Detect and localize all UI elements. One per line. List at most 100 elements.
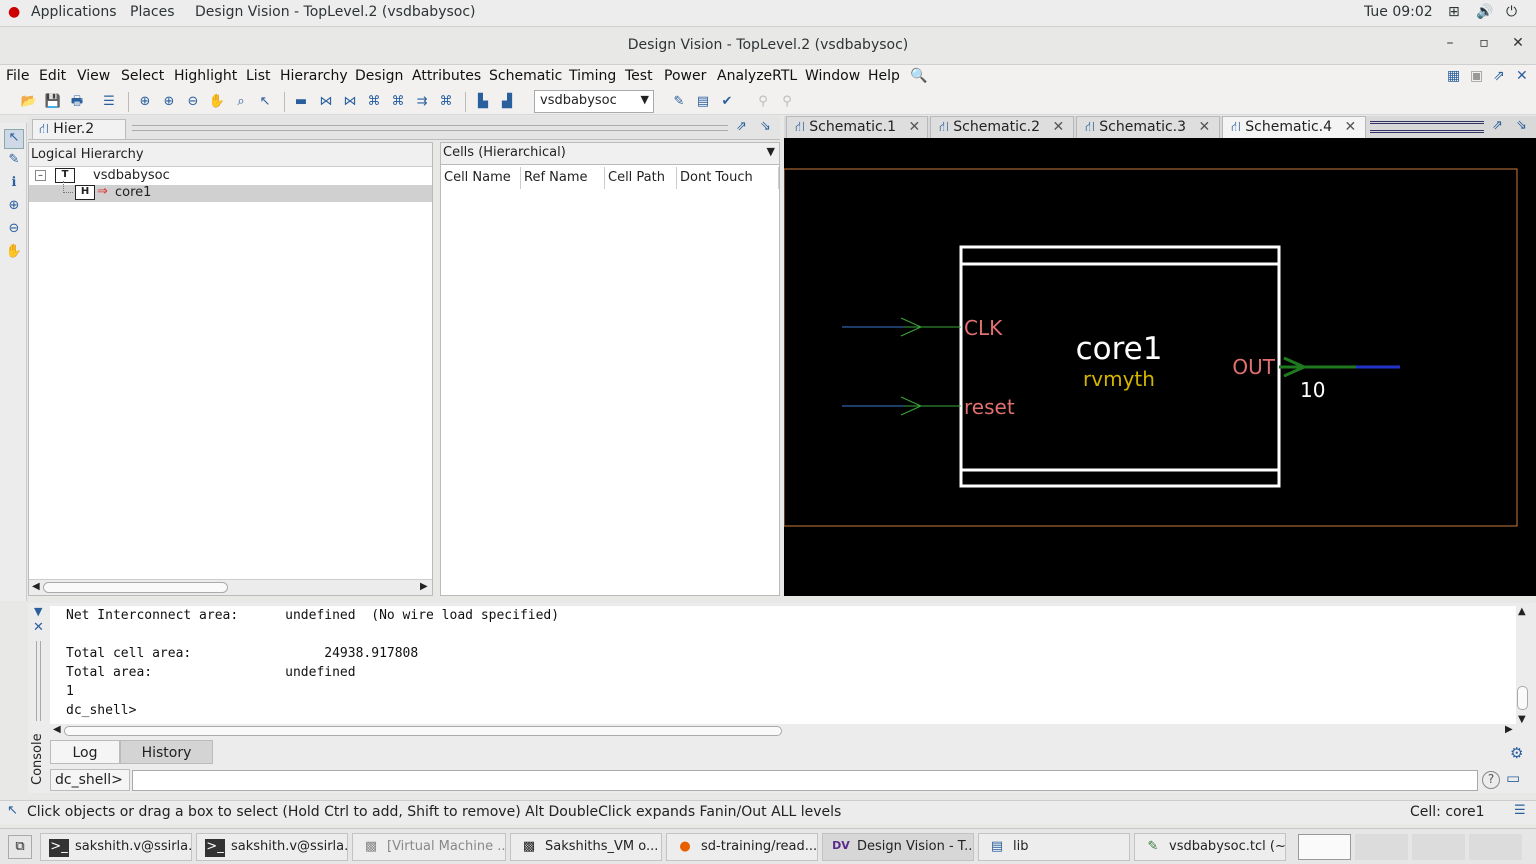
- menu-file[interactable]: File: [6, 68, 29, 84]
- scroll-thumb[interactable]: [1517, 686, 1528, 710]
- close-tab-icon[interactable]: ✕: [1052, 119, 1064, 135]
- col-cell-name[interactable]: Cell Name: [441, 167, 521, 189]
- tab-hier-2[interactable]: ⛙ Hier.2 ✕: [32, 119, 126, 155]
- check-design-icon[interactable]: ✔: [718, 93, 736, 111]
- pin-out-label[interactable]: OUT: [1232, 355, 1275, 379]
- taskbar-item-firefox[interactable]: ● sd-training/read...: [666, 833, 818, 861]
- close-tab-icon[interactable]: ✕: [1198, 119, 1210, 135]
- menu-test[interactable]: Test: [625, 68, 653, 84]
- schematic-drawing[interactable]: CLK reset OUT core1 rvmyth 10: [783, 138, 1536, 596]
- dock-icon[interactable]: ⇘: [760, 119, 771, 134]
- taskbar-item-design-vision[interactable]: DV Design Vision - T...: [822, 833, 974, 861]
- volume-icon[interactable]: 🔊: [1476, 4, 1493, 20]
- float-icon[interactable]: ⇗: [1493, 68, 1505, 84]
- close-tab-icon[interactable]: ✕: [908, 119, 920, 135]
- menu-edit[interactable]: Edit: [39, 68, 66, 84]
- fanout-icon[interactable]: ⋈: [341, 93, 359, 111]
- menu-analyzertl[interactable]: AnalyzeRTL: [717, 68, 797, 84]
- zoom-in-icon[interactable]: ⊕: [160, 93, 178, 111]
- menu-attributes[interactable]: Attributes: [412, 68, 481, 84]
- zoom-out-icon[interactable]: ⊖: [4, 221, 24, 241]
- pencil-icon[interactable]: ✎: [4, 152, 24, 172]
- hand-icon[interactable]: ✋: [4, 244, 24, 264]
- tab-schematic-1[interactable]: ⛙ Schematic.1 ✕: [786, 116, 928, 138]
- hier-horizontal-scrollbar[interactable]: ◀ ▶: [29, 579, 432, 595]
- float-icon[interactable]: ⇗: [736, 119, 747, 134]
- scroll-thumb[interactable]: [64, 726, 782, 736]
- applications-menu[interactable]: Applications: [31, 4, 117, 20]
- taskbar-item-terminal-1[interactable]: >_ sakshith.v@ssirla...: [40, 833, 192, 861]
- design-selector[interactable]: vsdbabysoc ▼: [534, 90, 654, 113]
- select-arrow-icon[interactable]: ↖: [4, 129, 24, 149]
- zoom-in-icon[interactable]: ⊕: [4, 198, 24, 218]
- workspace-1[interactable]: [1298, 834, 1351, 860]
- console-vertical-scrollbar[interactable]: ▲ ▼: [1516, 606, 1530, 728]
- window-icon[interactable]: ▭: [1506, 769, 1520, 787]
- list-icon[interactable]: ☰: [1514, 803, 1526, 818]
- col-dont-touch[interactable]: Dont Touch: [677, 167, 779, 189]
- menu-highlight[interactable]: Highlight: [174, 68, 237, 84]
- scroll-left-icon[interactable]: ◀: [32, 581, 40, 592]
- taskbar-item-vm-console[interactable]: ▩ Sakshiths_VM o...: [510, 833, 662, 861]
- maximize-button[interactable]: ▫: [1473, 35, 1495, 55]
- select-zoom-icon[interactable]: ↖: [256, 93, 274, 111]
- histogram-icon[interactable]: ▙: [474, 93, 492, 111]
- tab-schematic-4[interactable]: ⛙ Schematic.4 ✕: [1222, 116, 1366, 139]
- workspace-2[interactable]: [1355, 834, 1408, 860]
- pin-clk-label[interactable]: CLK: [964, 316, 1003, 340]
- menu-window[interactable]: Window: [805, 68, 860, 84]
- show-desktop-icon[interactable]: ⧉: [8, 835, 32, 859]
- collapse-icon[interactable]: –: [35, 170, 46, 181]
- back-trace-icon[interactable]: ⇉: [413, 93, 431, 111]
- restore-icon[interactable]: ▣: [1470, 68, 1483, 84]
- active-window-title[interactable]: Design Vision - TopLevel.2 (vsdbabysoc): [195, 4, 476, 20]
- tab-log[interactable]: Log: [50, 740, 120, 764]
- help-icon[interactable]: ?: [1482, 771, 1500, 789]
- save-icon[interactable]: 💾: [44, 93, 62, 111]
- edit-annotate-icon[interactable]: ✎: [670, 93, 688, 111]
- menu-design[interactable]: Design: [355, 68, 403, 84]
- zoom-box-icon[interactable]: ⌕: [232, 93, 250, 111]
- tile-windows-icon[interactable]: ▦: [1447, 68, 1460, 84]
- histogram-alt-icon[interactable]: ▟: [498, 93, 516, 111]
- net-trace-icon[interactable]: ⌘: [437, 93, 455, 111]
- command-input[interactable]: [132, 770, 1478, 791]
- zoom-fit-icon[interactable]: ⊕: [136, 93, 154, 111]
- console-output[interactable]: Net Interconnect area: undefined (No wir…: [50, 606, 1518, 728]
- menu-help[interactable]: Help: [868, 68, 900, 84]
- tree-row-root[interactable]: – T vsdbabysoc: [29, 168, 432, 185]
- print-icon[interactable]: 🖶: [68, 93, 86, 111]
- close-doc-icon[interactable]: ✕: [1516, 68, 1528, 84]
- minimize-button[interactable]: –: [1439, 35, 1461, 55]
- taskbar-item-editor[interactable]: ✎ vsdbabysoc.tcl (~...: [1134, 833, 1286, 861]
- menu-schematic[interactable]: Schematic: [489, 68, 562, 84]
- tab-schematic-2[interactable]: ⛙ Schematic.2 ✕: [930, 116, 1074, 138]
- scroll-left-icon[interactable]: ◀: [53, 724, 61, 735]
- menu-list[interactable]: List: [246, 68, 270, 84]
- cells-view-dropdown[interactable]: Cells (Hierarchical) ▼: [441, 143, 779, 165]
- tree-item-core1[interactable]: core1: [115, 185, 151, 200]
- workspace-3[interactable]: [1412, 834, 1465, 860]
- float-icon[interactable]: ⇗: [1492, 118, 1503, 133]
- fanin-icon[interactable]: ⋈: [317, 93, 335, 111]
- tab-schematic-3[interactable]: ⛙ Schematic.3 ✕: [1076, 116, 1220, 138]
- pin-reset-label[interactable]: reset: [964, 395, 1015, 419]
- close-button[interactable]: ✕: [1507, 35, 1529, 55]
- scroll-right-icon[interactable]: ▶: [1505, 724, 1513, 735]
- network-icon[interactable]: ⊞: [1448, 4, 1460, 20]
- col-cell-path[interactable]: Cell Path: [605, 167, 677, 189]
- path-schematic-icon[interactable]: ⌘: [365, 93, 383, 111]
- tab-history[interactable]: History: [120, 740, 213, 764]
- redhat-icon[interactable]: ●: [8, 4, 20, 20]
- menu-timing[interactable]: Timing: [569, 68, 616, 84]
- close-tab-icon[interactable]: ✕: [1344, 119, 1356, 135]
- console-horizontal-scrollbar[interactable]: ◀ ▶: [50, 724, 1518, 738]
- menu-view[interactable]: View: [77, 68, 110, 84]
- collapse-console-icon[interactable]: ▼: [34, 605, 42, 618]
- menu-select[interactable]: Select: [121, 68, 164, 84]
- scroll-up-icon[interactable]: ▲: [1518, 606, 1526, 617]
- workspace-4[interactable]: [1469, 834, 1522, 860]
- scroll-thumb[interactable]: [43, 582, 228, 593]
- dock-icon[interactable]: ⇘: [1516, 118, 1527, 133]
- taskbar-item-vm-manager[interactable]: ▩ [Virtual Machine ...: [352, 833, 506, 861]
